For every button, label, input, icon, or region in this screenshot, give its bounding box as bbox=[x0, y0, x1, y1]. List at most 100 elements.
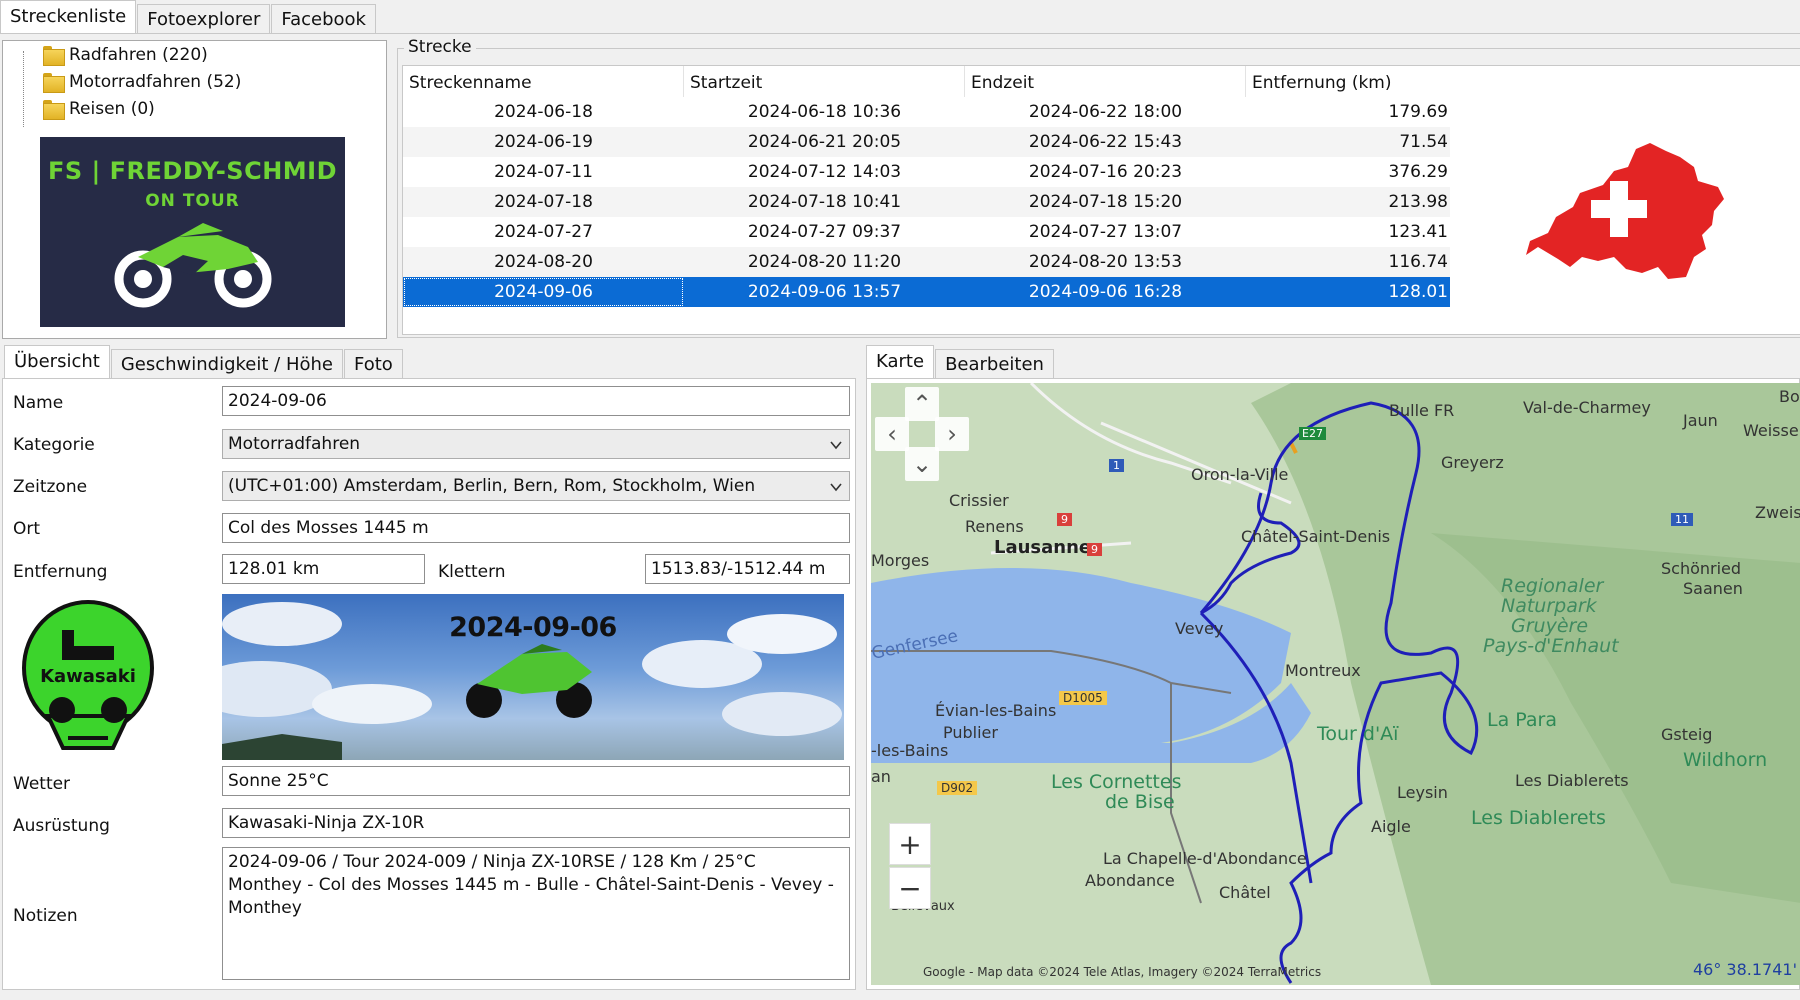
table-cell: 2024-07-27 bbox=[494, 222, 593, 242]
banner-title: 2024-09-06 bbox=[449, 612, 617, 643]
chevron-down-icon bbox=[830, 483, 842, 492]
kawasaki-logo: Kawasaki bbox=[18, 598, 158, 760]
table-cell: 116.74 bbox=[1388, 252, 1448, 272]
notizen-textarea[interactable]: 2024-09-06 / Tour 2024-009 / Ninja ZX-10… bbox=[222, 847, 850, 980]
map-place-label: Greyerz bbox=[1441, 453, 1504, 472]
table-cell: 2024-06-22 15:43 bbox=[1028, 132, 1183, 152]
strecke-group-title: Strecke bbox=[404, 37, 476, 57]
table-cell: 71.54 bbox=[1399, 132, 1448, 152]
column-header-startzeit[interactable]: Startzeit bbox=[684, 66, 965, 97]
table-row[interactable]: 2024-06-19 2024-06-21 20:05 2024-06-22 15:… bbox=[403, 127, 1450, 157]
wetter-label: Wetter bbox=[13, 774, 71, 794]
map-place-label: Les Diablerets bbox=[1471, 807, 1606, 829]
zoom-in-button[interactable]: + bbox=[889, 823, 931, 865]
tab-facebook[interactable]: Facebook bbox=[271, 4, 376, 34]
map-place-label: Regionaler bbox=[1501, 575, 1604, 597]
tabbar-divider bbox=[0, 33, 1800, 34]
kategorie-value: Motorradfahren bbox=[228, 434, 361, 454]
map-place-label: Pays-d'Enhaut bbox=[1483, 635, 1619, 657]
tree-item-radfahren[interactable]: Radfahren (220) bbox=[23, 42, 208, 68]
map-place-label: Leysin bbox=[1397, 783, 1448, 802]
map-attribution: Google - Map data ©2024 Tele Atlas, Imag… bbox=[923, 965, 1322, 979]
map-place-label: Gsteig bbox=[1661, 725, 1713, 744]
tree-item-motorradfahren[interactable]: Motorradfahren (52) bbox=[23, 69, 241, 95]
table-cell: 2024-06-19 bbox=[494, 132, 593, 152]
table-row[interactable]: 2024-07-11 2024-07-12 14:03 2024-07-16 20:… bbox=[403, 157, 1450, 187]
tab-streckenliste[interactable]: Streckenliste bbox=[0, 0, 137, 34]
table-cell: 179.69 bbox=[1388, 102, 1448, 122]
map-place-label: Abondance bbox=[1085, 871, 1175, 890]
table-row[interactable]: 2024-07-18 2024-07-18 10:41 2024-07-18 15:… bbox=[403, 187, 1450, 217]
tab-bearbeiten[interactable]: Bearbeiten bbox=[935, 349, 1054, 379]
klettern-field[interactable]: 1513.83/-1512.44 m bbox=[645, 554, 850, 584]
tab-geschwindigkeit-hoehe[interactable]: Geschwindigkeit / Höhe bbox=[110, 349, 343, 379]
ausruestung-field[interactable]: Kawasaki-Ninja ZX-10R bbox=[222, 808, 850, 838]
main-tabbar: Streckenliste Fotoexplorer Facebook bbox=[0, 0, 377, 34]
table-cell: 2024-09-06 16:28 bbox=[1028, 282, 1183, 302]
map-terrain bbox=[871, 383, 1800, 985]
table-header: Streckenname Startzeit Endzeit Entfernun… bbox=[403, 66, 1450, 97]
table-row[interactable]: 2024-08-20 2024-08-20 11:20 2024-08-20 13:… bbox=[403, 247, 1450, 277]
table-cell: 2024-08-20 13:53 bbox=[1028, 252, 1183, 272]
road-label: 9 bbox=[1057, 513, 1072, 526]
brand-line1: FS | FREDDY-SCHMID bbox=[47, 157, 338, 185]
pan-right-button[interactable]: › bbox=[935, 417, 969, 451]
wetter-field[interactable]: Sonne 25°C bbox=[222, 766, 850, 796]
tree-item-reisen[interactable]: Reisen (0) bbox=[23, 96, 155, 122]
map-place-label: Aigle bbox=[1371, 817, 1411, 836]
category-tree[interactable]: Radfahren (220) Motorradfahren (52) Reis… bbox=[2, 40, 387, 339]
brand-line2: ON TOUR bbox=[145, 191, 240, 211]
tab-uebersicht[interactable]: Übersicht bbox=[4, 345, 110, 379]
map-place-label: Schönried bbox=[1661, 559, 1742, 578]
map-place-label: Val-de-Charmey bbox=[1523, 398, 1651, 417]
road-label: 11 bbox=[1671, 513, 1693, 526]
column-header-entfernung[interactable]: Entfernung (km) bbox=[1246, 66, 1450, 97]
route-map[interactable]: ⌃ ‹ › ⌄ Bulle FR Val-de-Charmey Jaun Wei… bbox=[871, 383, 1800, 985]
map-place-label: Naturpark bbox=[1501, 595, 1597, 617]
kategorie-select[interactable]: Motorradfahren bbox=[222, 429, 850, 459]
zeitzone-label: Zeitzone bbox=[13, 477, 88, 497]
ort-field[interactable]: Col des Mosses 1445 m bbox=[222, 513, 850, 543]
table-cell: 2024-07-18 bbox=[494, 192, 593, 212]
zoom-out-button[interactable]: − bbox=[889, 867, 931, 909]
pan-down-button[interactable]: ⌄ bbox=[905, 447, 939, 481]
entfernung-field[interactable]: 128.01 km bbox=[222, 554, 425, 584]
map-place-label: Les Diablerets bbox=[1515, 771, 1629, 790]
detail-tabbar: Übersicht Geschwindigkeit / Höhe Foto bbox=[4, 345, 404, 379]
tab-fotoexplorer[interactable]: Fotoexplorer bbox=[137, 4, 271, 34]
klettern-label: Klettern bbox=[438, 562, 506, 582]
map-place-label: an bbox=[871, 767, 891, 786]
notizen-line: 2024-09-06 / Tour 2024-009 / Ninja ZX-10… bbox=[228, 852, 756, 872]
tab-foto[interactable]: Foto bbox=[343, 349, 403, 379]
map-place-label: Bol bbox=[1779, 387, 1800, 406]
table-cell: 2024-06-18 bbox=[494, 102, 593, 122]
table-row[interactable]: 2024-09-06 2024-09-06 13:57 2024-09-06 16:… bbox=[403, 277, 1450, 307]
pan-up-button[interactable]: ⌃ bbox=[905, 387, 939, 421]
map-place-label: Morges bbox=[871, 551, 930, 570]
table-row[interactable]: 2024-06-18 2024-06-18 10:36 2024-06-22 18:… bbox=[403, 97, 1450, 127]
column-header-streckenname[interactable]: Streckenname bbox=[403, 66, 684, 97]
entfernung-label: Entfernung bbox=[13, 562, 108, 582]
tree-item-label: Radfahren (220) bbox=[69, 45, 208, 65]
table-cell: 2024-07-11 bbox=[494, 162, 593, 182]
table-cell: 2024-06-18 10:36 bbox=[747, 102, 902, 122]
map-place-label: Évian-les-Bains bbox=[935, 701, 1057, 720]
table-cell: 2024-07-12 14:03 bbox=[747, 162, 902, 182]
tab-karte[interactable]: Karte bbox=[866, 345, 935, 379]
ausruestung-label: Ausrüstung bbox=[13, 816, 110, 836]
tour-banner-image: 2024-09-06 bbox=[222, 594, 844, 760]
table-cell: 2024-09-06 bbox=[403, 277, 684, 307]
map-place-label: Weissenb bbox=[1743, 421, 1800, 440]
notizen-line: Monthey - Col des Mosses 1445 m - Bulle … bbox=[228, 875, 834, 918]
ort-label: Ort bbox=[13, 519, 41, 539]
table-cell: 2024-08-20 11:20 bbox=[747, 252, 902, 272]
zeitzone-select[interactable]: (UTC+01:00) Amsterdam, Berlin, Bern, Rom… bbox=[222, 471, 850, 501]
table-row[interactable]: 2024-07-27 2024-07-27 09:37 2024-07-27 13:… bbox=[403, 217, 1450, 247]
name-field[interactable]: 2024-09-06 bbox=[222, 386, 850, 416]
column-header-endzeit[interactable]: Endzeit bbox=[965, 66, 1246, 97]
table-cell: 128.01 bbox=[1388, 282, 1448, 302]
swiss-flag-icon bbox=[1526, 143, 1724, 279]
map-place-label: de Bise bbox=[1105, 791, 1175, 813]
chevron-down-icon bbox=[830, 441, 842, 450]
pan-left-button[interactable]: ‹ bbox=[875, 417, 909, 451]
